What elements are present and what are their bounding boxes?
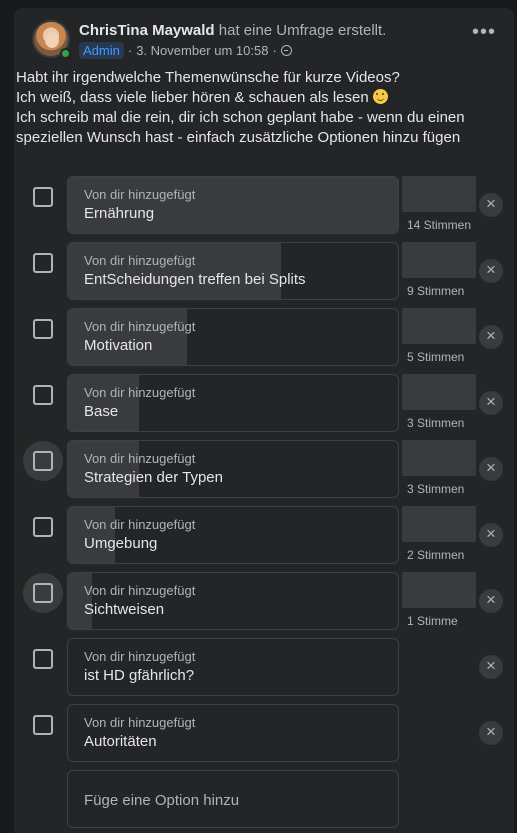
poll-option: Von dir hinzugefügt EntScheidungen treffe…	[0, 234, 517, 300]
close-icon[interactable]: ×	[479, 259, 503, 283]
author-name[interactable]: ChrisTina Maywald	[79, 22, 215, 39]
more-horizontal-icon[interactable]: •••	[472, 22, 496, 42]
post-text-line: Ich schreib mal die rein, dir ich schon …	[16, 109, 465, 126]
option-added-by: Von dir hinzugefügt	[84, 187, 196, 202]
option-added-by: Von dir hinzugefügt	[84, 715, 196, 730]
poll-option-bar[interactable]: Von dir hinzugefügt Motivation	[67, 308, 399, 366]
vote-count[interactable]: 5 Stimmen	[407, 350, 464, 364]
close-icon[interactable]: ×	[479, 655, 503, 679]
smiling-face-icon	[372, 89, 388, 104]
post-header: ChrisTina Maywald hat eine Umfrage erste…	[32, 20, 504, 62]
option-added-by: Von dir hinzugefügt	[84, 451, 196, 466]
option-added-by: Von dir hinzugefügt	[84, 385, 196, 400]
poll-option-bar[interactable]: Von dir hinzugefügt Umgebung	[67, 506, 399, 564]
poll-option: Von dir hinzugefügt Autoritäten ×	[0, 696, 517, 762]
poll-option-bar[interactable]: Von dir hinzugefügt Strategien der Typen	[67, 440, 399, 498]
poll-option-checkbox[interactable]	[33, 451, 53, 471]
option-added-by: Von dir hinzugefügt	[84, 517, 196, 532]
voter-avatars[interactable]	[402, 374, 476, 410]
poll-option-checkbox[interactable]	[33, 583, 53, 603]
close-icon[interactable]: ×	[479, 457, 503, 481]
meta-separator: ·	[127, 43, 133, 58]
post-text-line: speziellen Wunsch hast - einfach zusätzl…	[16, 129, 461, 146]
close-icon[interactable]: ×	[479, 589, 503, 613]
poll-option-checkbox[interactable]	[33, 187, 53, 207]
option-label: Ernährung	[84, 205, 155, 222]
post-text-line: Ich weiß, dass viele lieber hören & scha…	[16, 88, 486, 108]
option-label: Motivation	[84, 337, 153, 354]
voter-avatars[interactable]	[402, 176, 476, 212]
close-icon[interactable]: ×	[479, 721, 503, 745]
poll-option: Von dir hinzugefügt Strategien der Typen 3…	[0, 432, 517, 498]
close-icon[interactable]: ×	[479, 325, 503, 349]
poll-option-bar[interactable]: Von dir hinzugefügt EntScheidungen treffe…	[67, 242, 399, 300]
vote-count[interactable]: 9 Stimmen	[407, 284, 464, 298]
globe-icon[interactable]	[280, 45, 292, 56]
admin-badge[interactable]: Admin	[79, 42, 124, 59]
add-option-placeholder: Füge eine Option hinzu	[84, 792, 240, 809]
author-line: ChrisTina Maywald hat eine Umfrage erste…	[79, 22, 386, 39]
poll-option-bar[interactable]: Von dir hinzugefügt ist HD gfährlich?	[67, 638, 399, 696]
vote-count[interactable]: 3 Stimmen	[407, 416, 464, 430]
option-label: Autoritäten	[84, 733, 157, 750]
close-icon[interactable]: ×	[479, 193, 503, 217]
poll-option: Von dir hinzugefügt Base 3 Stimmen ×	[0, 366, 517, 432]
close-icon[interactable]: ×	[479, 523, 503, 547]
vote-count[interactable]: 14 Stimmen	[407, 218, 471, 232]
vote-count[interactable]: 2 Stimmen	[407, 548, 464, 562]
option-added-by: Von dir hinzugefügt	[84, 649, 196, 664]
option-label: Sichtweisen	[84, 601, 165, 618]
vote-count[interactable]: 1 Stimme	[407, 614, 458, 628]
poll-option-bar[interactable]: Von dir hinzugefügt Ernährung	[67, 176, 399, 234]
avatar-face	[45, 32, 59, 48]
add-option-input[interactable]: Füge eine Option hinzu	[67, 770, 399, 828]
poll-option-checkbox[interactable]	[33, 715, 53, 735]
voter-avatars[interactable]	[402, 308, 476, 344]
meta-separator: ·	[272, 43, 277, 58]
poll-option: Von dir hinzugefügt Umgebung 2 Stimmen ×	[0, 498, 517, 564]
poll-option: Von dir hinzugefügt Sichtweisen 1 Stimme ×	[0, 564, 517, 630]
poll-option-checkbox[interactable]	[33, 517, 53, 537]
poll-option: Von dir hinzugefügt Ernährung 14 Stimmen ×	[0, 168, 517, 234]
online-status-dot	[60, 48, 71, 59]
option-label: ist HD gfährlich?	[84, 667, 195, 684]
poll-option-checkbox[interactable]	[33, 649, 53, 669]
voter-avatars[interactable]	[402, 440, 476, 476]
post-action-text: hat eine Umfrage erstellt.	[218, 22, 387, 39]
option-label: Umgebung	[84, 535, 158, 552]
poll-option: Von dir hinzugefügt ist HD gfährlich? ×	[0, 630, 517, 696]
option-label: Strategien der Typen	[84, 469, 223, 486]
voter-avatars[interactable]	[402, 572, 476, 608]
option-added-by: Von dir hinzugefügt	[84, 253, 196, 268]
poll-option-bar[interactable]: Von dir hinzugefügt Autoritäten	[67, 704, 399, 762]
vote-count[interactable]: 3 Stimmen	[407, 482, 464, 496]
option-label: EntScheidungen treffen bei Splits	[84, 271, 306, 288]
poll-option: Von dir hinzugefügt Motivation 5 Stimmen ×	[0, 300, 517, 366]
voter-avatars[interactable]	[402, 506, 476, 542]
option-label: Base	[84, 403, 119, 420]
poll-option-checkbox[interactable]	[33, 385, 53, 405]
voter-avatars[interactable]	[402, 242, 476, 278]
poll-option-checkbox[interactable]	[33, 319, 53, 339]
post-date[interactable]: 3. November um 10:58	[136, 43, 268, 58]
poll-option-bar[interactable]: Von dir hinzugefügt Base	[67, 374, 399, 432]
option-added-by: Von dir hinzugefügt	[84, 319, 196, 334]
post-text-line: Habt ihr irgendwelche Themenwünsche für …	[16, 69, 400, 86]
post-text-line-content: Ich weiß, dass viele lieber hören & scha…	[16, 89, 369, 106]
poll-option-checkbox[interactable]	[33, 253, 53, 273]
close-icon[interactable]: ×	[479, 391, 503, 415]
post-text: Habt ihr irgendwelche Themenwünsche für …	[16, 68, 486, 148]
option-added-by: Von dir hinzugefügt	[84, 583, 196, 598]
post-meta: Admin · 3. November um 10:58 ·	[79, 42, 292, 59]
poll-option-bar[interactable]: Von dir hinzugefügt Sichtweisen	[67, 572, 399, 630]
